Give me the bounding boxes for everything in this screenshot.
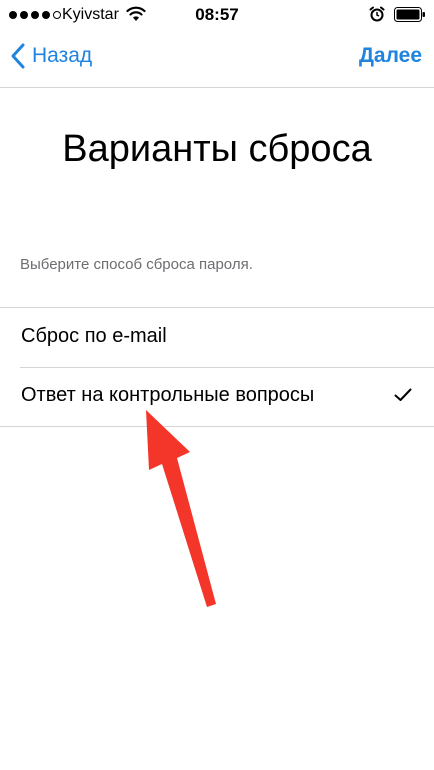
checkmark-icon — [394, 388, 412, 401]
alarm-icon — [369, 6, 385, 22]
reset-options-list: Сброс по e-mail Ответ на контрольные воп… — [0, 307, 434, 427]
option-label: Ответ на контрольные вопросы — [21, 384, 315, 406]
chevron-left-icon — [11, 43, 25, 69]
option-label: Сброс по e-mail — [21, 325, 167, 347]
nav-bar: Назад Далее — [0, 30, 434, 88]
option-security-questions[interactable]: Ответ на контрольные вопросы — [0, 367, 434, 426]
screen: Kyivstar 08:57 Назад Далее Варианты сбро… — [0, 0, 434, 770]
next-button[interactable]: Далее — [359, 44, 422, 68]
page-title: Варианты сброса — [62, 128, 372, 170]
back-button[interactable]: Назад — [10, 42, 92, 70]
status-bar: Kyivstar 08:57 — [0, 0, 434, 30]
battery-icon — [394, 7, 425, 22]
back-button-label: Назад — [32, 44, 93, 67]
option-reset-by-email[interactable]: Сброс по e-mail — [0, 308, 434, 367]
section-caption: Выберите способ сброса пароля. — [20, 256, 253, 273]
